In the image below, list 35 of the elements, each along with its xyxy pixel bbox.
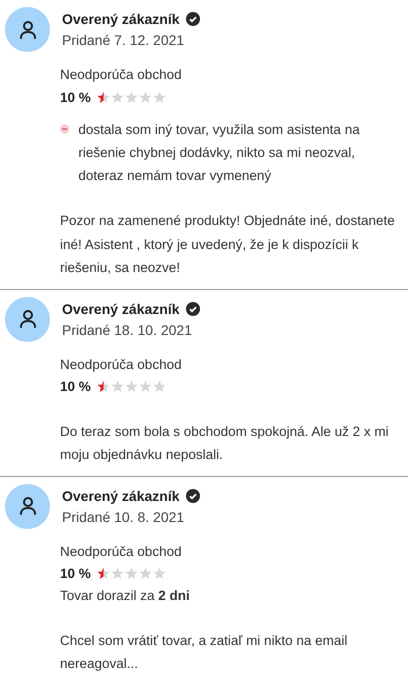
rating-percent: 10 % xyxy=(60,566,91,581)
review-text: Pozor na zamenené produkty! Objednáte iné, dostanete iné! Asistent , ktorý je uvedený, že je k dispozícii k riešeniu, sa neozve! xyxy=(60,212,396,277)
author-name: Overený zákazník xyxy=(62,11,180,27)
person-icon xyxy=(18,20,38,40)
review-text: Chcel som vrátiť tovar, a zatiaľ mi nikto na email nereagoval... xyxy=(60,632,348,673)
star-icon xyxy=(138,90,152,104)
star-icon xyxy=(96,90,110,104)
author-name: Overený zákazník xyxy=(62,488,180,504)
star-icon xyxy=(96,380,110,393)
verdict-label: Neodporúča obchod xyxy=(60,66,183,84)
author-name: Overený zákazník xyxy=(62,300,180,316)
star-icon xyxy=(138,380,152,393)
star-icon xyxy=(110,567,124,580)
star-icon xyxy=(152,90,166,104)
star-icon xyxy=(124,380,138,393)
verdict-label: Neodporúča obchod xyxy=(60,542,183,561)
star-icon xyxy=(110,90,124,104)
person-icon xyxy=(18,309,38,329)
star-icon xyxy=(96,567,110,580)
review-date: Pridané 10. 8. 2021 xyxy=(62,508,186,526)
star-icon xyxy=(124,90,138,104)
person-icon xyxy=(18,496,38,516)
review-date: Pridané 18. 10. 2021 xyxy=(62,320,193,340)
review-date: Pridané 7. 12. 2021 xyxy=(62,31,186,50)
delivery-time: Tovar dorazil za 2 dni xyxy=(60,586,191,604)
rating-percent: 10 % xyxy=(60,90,91,104)
star-icon xyxy=(124,567,138,580)
con-text: dostala som iný tovar, využila som asistenta na riešenie chybnej dodávky, nikto sa mi neozval, doteraz nemám tovar vymenený xyxy=(78,121,361,185)
star-icon xyxy=(152,567,166,580)
rating-percent: 10 % xyxy=(60,379,91,394)
star-icon xyxy=(138,567,152,580)
star-icon xyxy=(110,380,124,393)
review-text: Do teraz som bola s obchodom spokojná. Ale už 2 x mi moju objednávku neposlali. xyxy=(60,422,390,464)
verdict-label: Neodporúča obchod xyxy=(60,356,183,374)
star-icon xyxy=(152,380,166,393)
